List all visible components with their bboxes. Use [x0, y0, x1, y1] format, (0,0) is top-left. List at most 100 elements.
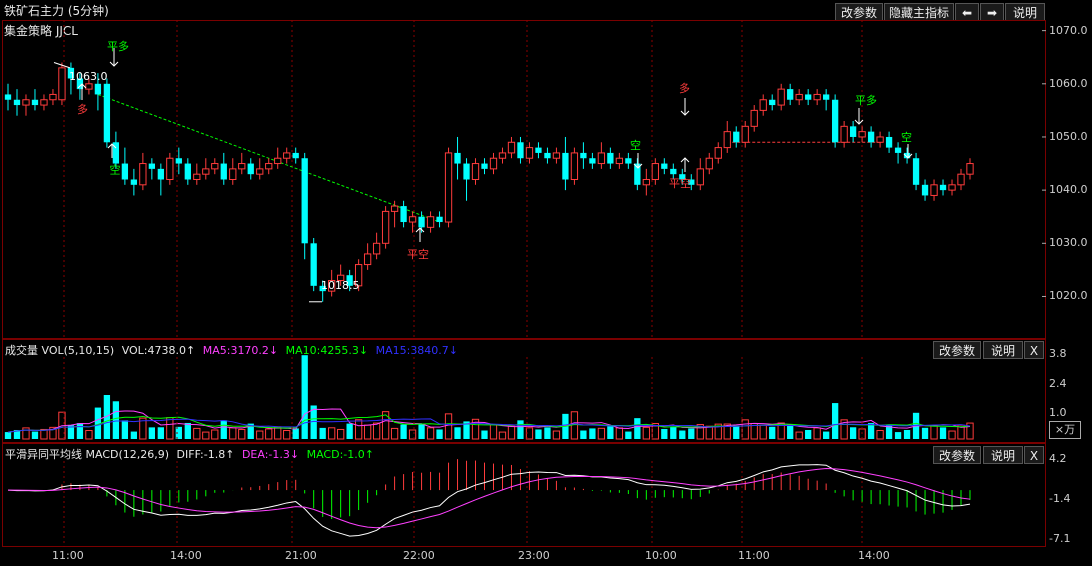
volume-bar	[670, 426, 677, 439]
candle-body	[166, 157, 174, 181]
candle-body	[885, 136, 893, 148]
candle-body	[535, 147, 542, 153]
volume-bar	[346, 423, 353, 439]
signal-close-short: 平空	[407, 248, 429, 261]
volume-bar	[40, 428, 48, 440]
low-price-label: 1018.5	[321, 279, 360, 292]
time-axis-label: 21:00	[285, 549, 317, 562]
volume-axis-low: 1.0	[1049, 406, 1067, 419]
arrow-right-icon[interactable]: ➡	[980, 3, 1004, 21]
candle-body	[103, 83, 111, 143]
volume-bar	[544, 427, 551, 439]
candle-body	[597, 152, 606, 165]
candle-body	[625, 158, 632, 164]
volume-bar	[157, 427, 164, 439]
high-price-label: 1063.0	[69, 70, 108, 83]
volume-bar	[552, 430, 561, 440]
candle-body	[948, 184, 956, 191]
time-axis-label: 14:00	[858, 549, 890, 562]
signal-close-long-2: 平多	[855, 94, 877, 107]
candle-body	[363, 253, 372, 266]
arrow-left-icon[interactable]: ⬅	[955, 3, 979, 21]
time-axis-label: 23:00	[518, 549, 550, 562]
price-axis-label: 1050.0	[1049, 129, 1088, 143]
macd-axis-top: 4.2	[1049, 452, 1067, 465]
candle-body	[444, 152, 453, 223]
signal-short-3: 空	[901, 131, 912, 144]
candle-body	[148, 163, 155, 169]
volume-bar	[238, 428, 246, 440]
volume-unit-label: ×万	[1049, 421, 1081, 439]
volume-bar	[337, 428, 345, 440]
volume-bar	[444, 413, 453, 440]
candle-body	[733, 131, 740, 143]
candle-body	[705, 157, 713, 170]
candle-body	[651, 163, 659, 181]
volume-bar	[597, 427, 606, 440]
volume-bar	[193, 427, 201, 440]
volume-bar	[130, 431, 138, 439]
candle-body	[912, 158, 920, 185]
signal-short: 空	[108, 164, 121, 175]
help-button[interactable]: 说明	[1005, 3, 1045, 21]
volume-bar	[615, 427, 624, 440]
candle-body	[840, 125, 848, 143]
candle-body	[507, 141, 516, 154]
hide-main-indicator-button[interactable]: 隐藏主指标	[884, 3, 954, 21]
candle-body	[22, 99, 30, 106]
signal-close-long: 平多	[107, 40, 129, 53]
candle-body	[265, 163, 273, 170]
candle-body	[13, 99, 21, 106]
volume-bar	[805, 429, 812, 439]
candle-body	[381, 210, 390, 244]
chart-title: 铁矿石主力 (5分钟)	[4, 4, 109, 18]
volume-bar	[705, 425, 713, 440]
volume-bar	[634, 418, 641, 439]
candle-body	[372, 242, 381, 255]
volume-bar	[301, 355, 308, 439]
volume-bar	[121, 420, 129, 439]
volume-bar	[948, 430, 956, 440]
volume-bar	[903, 429, 911, 439]
candle-body	[795, 93, 803, 101]
volume-bar	[589, 428, 596, 439]
candle-body	[966, 163, 974, 175]
candle-body	[759, 99, 767, 111]
candle-body	[876, 136, 884, 143]
volume-bar	[400, 424, 407, 439]
volume-bar	[202, 431, 210, 440]
volume-bar	[921, 427, 929, 439]
candle-body	[823, 94, 830, 100]
candlestick-chart[interactable]	[2, 20, 1046, 339]
macd-chart	[7, 459, 971, 547]
candle-body	[552, 152, 561, 159]
candle-body	[849, 126, 857, 137]
volume-bar	[930, 425, 938, 440]
candle-body	[831, 99, 839, 143]
volume-bar	[328, 427, 336, 440]
candle-body	[193, 173, 201, 181]
volume-bar	[85, 430, 93, 440]
volume-bar	[292, 428, 299, 439]
candle-body	[787, 89, 794, 100]
volume-bar	[894, 432, 902, 439]
volume-bar	[688, 428, 695, 439]
change-params-button[interactable]: 改参数	[835, 3, 883, 21]
signal-close-short-2: 平空	[669, 177, 691, 190]
price-axis-label: 1020.0	[1049, 289, 1088, 303]
candle-body	[777, 88, 785, 106]
volume-axis-top: 3.8	[1049, 347, 1067, 360]
volume-bar	[390, 427, 399, 440]
volume-bar	[787, 424, 794, 439]
candle-body	[930, 184, 938, 196]
volume-bar	[184, 422, 191, 439]
candle-body	[696, 168, 704, 186]
candle-body	[229, 168, 237, 181]
candle-body	[400, 206, 407, 223]
candle-body	[31, 99, 39, 106]
candle-body	[525, 147, 534, 159]
volume-bar	[535, 429, 542, 439]
volume-bar	[211, 429, 219, 440]
candle-body	[130, 179, 138, 185]
volume-bar	[849, 427, 857, 439]
